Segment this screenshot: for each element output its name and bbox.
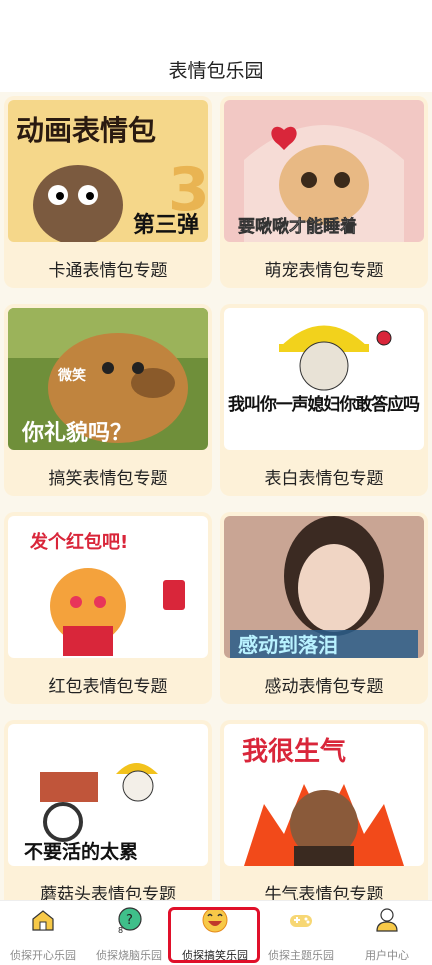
card-label: 牛气表情包专题 xyxy=(264,885,384,900)
top-bar: 表情包乐园 xyxy=(0,0,432,92)
angry-thumbnail: 我很生气 xyxy=(224,724,424,866)
tab-label: 用户中心 xyxy=(365,949,409,962)
tab-theme[interactable]: 侦探主题乐园 xyxy=(258,901,344,965)
red-packet-caption: 发个红包吧! xyxy=(29,531,128,553)
card-label: 蘑菇头表情包专题 xyxy=(40,885,176,900)
card-label: 红包表情包专题 xyxy=(48,677,168,697)
card-label: 萌宠表情包专题 xyxy=(264,261,384,281)
confession-caption: 我叫你一声媳妇你敢答应吗 xyxy=(228,394,420,415)
funny-caption: 你礼貌吗？ xyxy=(21,420,132,446)
pet-caption: 要啾啾才能睡着 xyxy=(238,216,357,237)
pet-thumbnail: 要啾啾才能睡着 xyxy=(224,100,424,242)
cartoon-caption: 第三弹 xyxy=(133,212,199,238)
funny-sub: 微笑 xyxy=(57,367,86,384)
user-icon xyxy=(376,908,398,932)
question-badge: 8 xyxy=(118,926,123,933)
page-title: 表情包乐园 xyxy=(168,60,264,82)
tab-label: 侦探烧脑乐园 xyxy=(96,949,162,962)
card-funny[interactable]: 微笑 你礼貌吗？ 搞笑表情包专题 xyxy=(4,304,212,496)
sticker-grid[interactable]: 动画表情包 3 第三弹 卡通表情包专题 要啾啾才能睡着 萌宠表情包专题 微笑 你… xyxy=(0,92,432,900)
cartoon-thumbnail: 动画表情包 3 第三弹 xyxy=(8,100,208,242)
gamepad-icon xyxy=(290,915,312,927)
house-icon xyxy=(32,910,54,931)
tab-user-center[interactable]: 用户中心 xyxy=(344,901,430,965)
tab-label: 侦探主题乐园 xyxy=(268,949,334,962)
red-packet-thumbnail: 发个红包吧! xyxy=(8,516,208,658)
card-label: 卡通表情包专题 xyxy=(48,261,168,281)
cartoon-title-art: 动画表情包 xyxy=(16,114,156,147)
card-red-packet[interactable]: 发个红包吧! 红包表情包专题 xyxy=(4,512,212,704)
card-cartoon[interactable]: 动画表情包 3 第三弹 卡通表情包专题 xyxy=(4,96,212,288)
card-confession[interactable]: 我叫你一声媳妇你敢答应吗 表白表情包专题 xyxy=(220,304,428,496)
mushroom-head-thumbnail: 不要活的太累 xyxy=(8,724,208,866)
angry-caption: 我很生气 xyxy=(242,736,346,767)
tab-label: 侦探开心乐园 xyxy=(10,949,76,962)
card-mushroom-head[interactable]: 不要活的太累 蘑菇头表情包专题 xyxy=(4,720,212,900)
card-label: 搞笑表情包专题 xyxy=(48,469,168,489)
card-label: 感动表情包专题 xyxy=(264,677,384,697)
card-touched[interactable]: 感动到落泪 感动表情包专题 xyxy=(220,512,428,704)
tab-brain[interactable]: ? 8 侦探烧脑乐园 xyxy=(86,901,172,965)
funny-thumbnail: 微笑 你礼貌吗？ xyxy=(8,308,208,450)
card-label: 表白表情包专题 xyxy=(264,469,384,489)
touched-caption: 感动到落泪 xyxy=(238,633,338,657)
mushroom-head-caption: 不要活的太累 xyxy=(24,840,138,863)
card-angry[interactable]: 我很生气 牛气表情包专题 xyxy=(220,720,428,900)
svg-text:?: ? xyxy=(126,913,133,928)
active-tab-highlight xyxy=(168,907,260,963)
question-icon: ? 8 xyxy=(118,907,142,933)
tab-happy[interactable]: 侦探开心乐园 xyxy=(0,901,86,965)
confession-thumbnail: 我叫你一声媳妇你敢答应吗 xyxy=(224,308,424,450)
touched-thumbnail: 感动到落泪 xyxy=(224,516,424,658)
card-pet[interactable]: 要啾啾才能睡着 萌宠表情包专题 xyxy=(220,96,428,288)
